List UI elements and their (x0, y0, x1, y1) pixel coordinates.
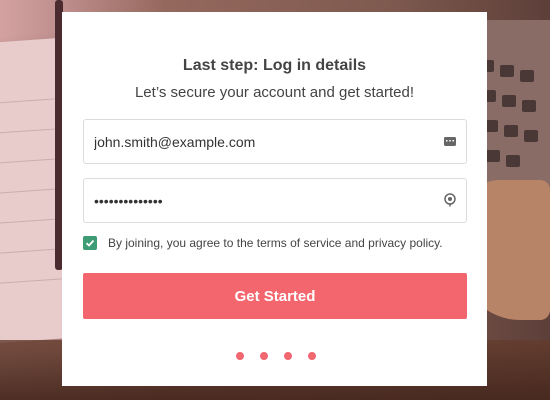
agree-checkbox[interactable] (83, 236, 97, 250)
card-title: Last step: Log in details (182, 57, 367, 74)
password-field[interactable] (83, 178, 467, 223)
pagination-dot[interactable] (284, 352, 292, 360)
agree-and: and (341, 236, 369, 250)
terms-agreement: By joining, you agree to the terms of se… (83, 235, 473, 253)
pagination-dot[interactable] (260, 352, 268, 360)
terms-link[interactable]: terms of service (257, 236, 342, 250)
email-field[interactable] (83, 119, 467, 164)
agree-prefix: By joining, you agree to the (108, 236, 257, 250)
password-input[interactable] (94, 179, 434, 222)
checkmark-icon (85, 239, 95, 247)
card-subtitle: Let’s secure your account and get starte… (134, 84, 415, 101)
agree-suffix: . (439, 236, 443, 250)
signup-card: Last step: Log in details Let’s secure y… (62, 12, 487, 386)
pagination-dot[interactable] (236, 352, 244, 360)
get-started-button[interactable]: Get Started (83, 273, 467, 319)
email-input[interactable] (94, 120, 434, 163)
location-pin-icon[interactable] (443, 193, 457, 207)
keyboard-icon[interactable] (443, 134, 457, 148)
pagination-dot[interactable] (308, 352, 316, 360)
agree-text: By joining, you agree to the terms of se… (108, 236, 443, 250)
privacy-link[interactable]: privacy policy (368, 236, 439, 250)
